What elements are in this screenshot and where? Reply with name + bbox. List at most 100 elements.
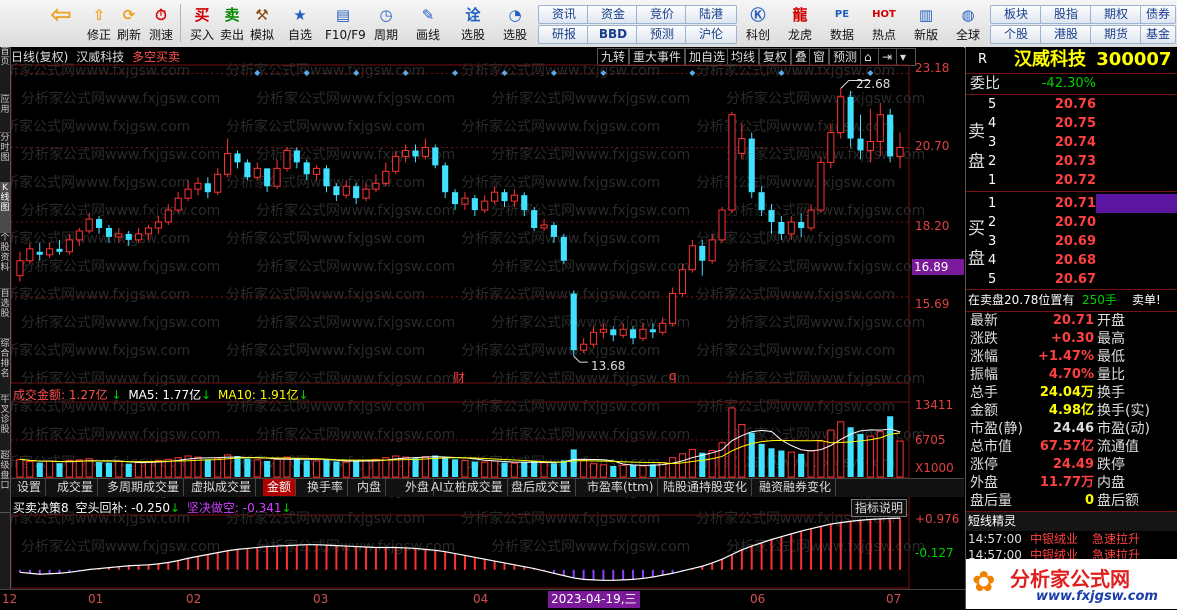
left-tab-1[interactable]: 应用	[0, 95, 10, 133]
stat-value-4: 24.04万	[1039, 385, 1094, 400]
ask-row-2[interactable]: 3 20.74	[966, 133, 1177, 152]
toolbar-right-0-1[interactable]: 股指	[1040, 5, 1092, 24]
watermark-text: 分析家公式网www.fxjgsw.com	[461, 510, 660, 527]
toolbar-grid-0-3[interactable]: 陆港	[685, 5, 737, 24]
indicator-tab-3[interactable]: 虚拟成交量	[187, 479, 257, 496]
volume-down-arrow-icon: ↓	[111, 388, 122, 402]
left-tab-5[interactable]: 自选股	[0, 289, 10, 339]
event-marker-q[interactable]: q	[669, 369, 677, 383]
data-button[interactable]: PE 数据	[824, 2, 860, 44]
flash-row-1[interactable]: 14:57:00 中银绒业 急速拉升	[966, 547, 1177, 559]
candle-body	[570, 293, 577, 351]
left-tab-8[interactable]: 超级盘口	[0, 451, 10, 513]
toolbar-right-1-3[interactable]: 基金	[1140, 25, 1176, 44]
left-tab-3[interactable]: K线图	[0, 183, 10, 233]
sim-label: 模拟	[249, 28, 274, 42]
candle-body	[16, 260, 24, 277]
bid-row-0[interactable]: 1 20.71	[966, 194, 1177, 213]
watermark-text: 分析家公式网www.fxjgsw.com	[226, 230, 425, 247]
toolbar-grid-1-3[interactable]: 沪伦	[685, 25, 737, 44]
globe-icon: ◍	[961, 6, 975, 24]
left-tab-4[interactable]: 个股资料	[0, 233, 10, 289]
indicator-tab-11[interactable]: 陆股通持股变化	[659, 479, 753, 496]
toolbar-right-1-2[interactable]: 期货	[1090, 25, 1142, 44]
bid-row-2[interactable]: 3 20.69	[966, 232, 1177, 251]
candle-body	[540, 224, 548, 229]
bid-row-1[interactable]: 2 20.70	[966, 213, 1177, 232]
sim-button[interactable]: ⚒ 模拟	[244, 2, 280, 44]
candle-body	[461, 197, 469, 205]
pick-button[interactable]: 诠选股	[455, 2, 491, 44]
newver-button[interactable]: ▥ 新版	[908, 2, 944, 44]
indicator-tab-0[interactable]: 设置	[13, 479, 47, 496]
indicator-tab-4[interactable]: 金额	[263, 479, 297, 496]
screen-button[interactable]: ◔ 选股	[497, 2, 533, 44]
stat-row-9: 外盘 11.77万 内盘	[966, 474, 1177, 492]
left-tab-6[interactable]: 综合排名	[0, 339, 10, 395]
indicator-explain-button[interactable]: 指标说明	[851, 499, 908, 517]
ask-row-3[interactable]: 2 20.73	[966, 152, 1177, 171]
stat-label-9: 外盘	[970, 475, 998, 491]
correct-button[interactable]: ⇧ 修正	[84, 2, 114, 44]
toolbar-grid-0-2[interactable]: 竞价	[636, 5, 688, 24]
toolbar-grid-1-2[interactable]: 预测	[636, 25, 688, 44]
stat-label2-6: 市盈(动)	[1097, 421, 1150, 437]
toolbar-right-0-2[interactable]: 期权	[1090, 5, 1142, 24]
refresh-button[interactable]: ⟳ 刷新	[114, 2, 144, 44]
watermark-text: 分析家公式网www.fxjgsw.com	[461, 286, 660, 303]
toolbar-right-1-1[interactable]: 港股	[1040, 25, 1092, 44]
bid-row-3[interactable]: 4 20.68	[966, 251, 1177, 270]
bid-row-4[interactable]: 5 20.67	[966, 270, 1177, 289]
candle-body	[164, 209, 172, 223]
ma5-label: MA5:	[128, 388, 159, 402]
indicator-tab-10[interactable]: 市盈率(ttm)	[583, 479, 659, 496]
speedtest-button[interactable]: ⏱ 测速	[144, 2, 178, 44]
kc-button[interactable]: Ⓚ 科创	[740, 2, 776, 44]
financial-report-marker[interactable]: 财	[453, 369, 465, 386]
indicator-tab-6[interactable]: 内盘	[353, 479, 387, 496]
stat-label2-4: 换手	[1097, 385, 1125, 401]
draw-button[interactable]: ✎ 画线	[410, 2, 446, 44]
left-tab-2[interactable]: 分时图	[0, 133, 10, 183]
ask-row-1[interactable]: 4 20.75	[966, 114, 1177, 133]
toolbar-right-0-0[interactable]: 板块	[990, 5, 1042, 24]
indicator-tab-8[interactable]: AI立桩成交量	[427, 479, 508, 496]
toolbar-grid-0-0[interactable]: 资讯	[538, 5, 590, 24]
stat-label-0: 最新	[970, 313, 998, 329]
price-tick-3: 15.69	[915, 297, 950, 311]
global-button[interactable]: ◍ 全球	[950, 2, 986, 44]
flash-row-0[interactable]: 14:57:00 中银绒业 急速拉升	[966, 531, 1177, 547]
watermark-text: 分析家公式网www.fxjgsw.com	[11, 286, 190, 303]
watermark-text: 分析家公式网www.fxjgsw.com	[256, 370, 455, 387]
indicator-tab-5[interactable]: 换手率	[303, 479, 349, 496]
ask-row-4[interactable]: 1 20.72	[966, 171, 1177, 190]
period-button[interactable]: ◷ 周期	[368, 2, 404, 44]
toolbar-right-1-0[interactable]: 个股	[990, 25, 1042, 44]
chart-area[interactable]: 日线(复权) 汉威科技 多空买卖 九转 重大事件 加自选 均线 复权叠窗预测 ⌂ ⇥ ▾…	[11, 47, 964, 589]
volume-bar	[303, 460, 310, 477]
fav-button[interactable]: ★ 自选	[282, 2, 318, 44]
hot-button[interactable]: HOT 热点	[866, 2, 902, 44]
left-tab-7[interactable]: 牛叉诊股	[0, 395, 10, 451]
volume-bar	[16, 458, 24, 478]
ask-row-0[interactable]: 5 20.76	[966, 95, 1177, 114]
f10-label: F10/F9	[325, 28, 366, 42]
indicator-name[interactable]: 买卖决策8	[13, 501, 69, 515]
toolbar-grid-1-0[interactable]: 研报	[538, 25, 590, 44]
back-button[interactable]: ⇦	[46, 2, 76, 44]
toolbar-right-0-3[interactable]: 债券	[1140, 5, 1176, 24]
toolbar-grid-0-1[interactable]: 资金	[587, 5, 639, 24]
flash-header[interactable]: 短线精灵	[966, 512, 1177, 531]
f10-button[interactable]: ▤ F10/F9	[325, 2, 366, 44]
toolbar-grid-1-1[interactable]: BBD	[587, 25, 639, 44]
candle-body	[827, 132, 835, 163]
dragon-button[interactable]: 龍龙虎	[782, 2, 818, 44]
stat-label2-3: 量比	[1097, 367, 1125, 383]
indicator-tab-1[interactable]: 成交量	[53, 479, 99, 496]
indicator-tab-2[interactable]: 多周期成交量	[103, 479, 185, 496]
xaxis-label-2: 02	[186, 592, 202, 606]
indicator-tab-9[interactable]: 盘后成交量	[507, 479, 577, 496]
indicator-tab-12[interactable]: 融资融券变化	[755, 479, 837, 496]
left-tab-0[interactable]: 首页	[0, 47, 10, 95]
bid-price-0: 20.71	[1054, 196, 1096, 211]
